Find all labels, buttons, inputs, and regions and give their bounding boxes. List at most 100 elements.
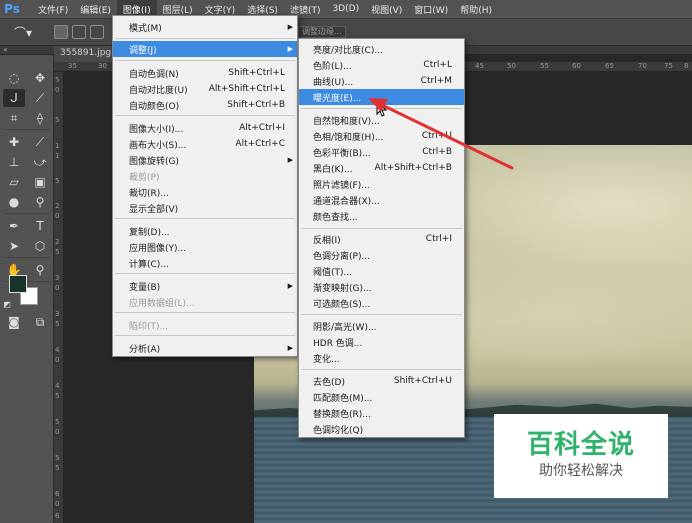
menu-item-black-white[interactable]: 黑白(K)... Alt+Shift+Ctrl+B — [299, 160, 464, 176]
menu-item-gradient-map[interactable]: 渐变映射(G)... — [299, 279, 464, 295]
menu-item-label: 自然饱和度(V)... — [313, 116, 380, 127]
menu-item-label: 色相/饱和度(H)... — [313, 132, 384, 143]
ruler-label: 5 — [55, 320, 60, 328]
menu-separator — [115, 335, 295, 336]
menu-item-variations[interactable]: 变化... — [299, 350, 464, 366]
path-select-tool-icon[interactable]: ➤ — [3, 237, 25, 255]
menu-item-threshold[interactable]: 阈值(T)... — [299, 263, 464, 279]
blur-tool-icon[interactable]: ● — [3, 193, 25, 211]
menu-3d[interactable]: 3D(D) — [326, 0, 365, 19]
menu-item-brightness-contrast[interactable]: 亮度/对比度(C)... — [299, 41, 464, 57]
menu-item-label: 颜色查找... — [313, 212, 358, 223]
healing-brush-tool-icon[interactable]: ✚ — [3, 133, 25, 151]
menu-item-label: 照片滤镜(F)... — [313, 180, 370, 191]
menu-item-levels[interactable]: 色阶(L)... Ctrl+L — [299, 57, 464, 73]
clone-stamp-tool-icon[interactable]: ⊥ — [3, 153, 25, 171]
menu-item-label: 阈值(T)... — [313, 267, 353, 278]
eraser-tool-icon[interactable]: ▱ — [3, 173, 25, 191]
pen-tool-icon[interactable]: ✒ — [3, 217, 25, 235]
ruler-label: 4 — [55, 382, 60, 390]
menu-item-label: 裁剪(P) — [129, 172, 160, 183]
menu-item-hue-saturation[interactable]: 色相/饱和度(H)... Ctrl+U — [299, 128, 464, 144]
menu-item-variables[interactable]: 变量(B) ▶ — [113, 278, 297, 294]
menu-item-photo-filter[interactable]: 照片滤镜(F)... — [299, 176, 464, 192]
menu-item-label: 色彩平衡(B)... — [313, 148, 371, 159]
brush-tool-icon[interactable]: ⟋ — [29, 133, 51, 151]
menu-item-analysis[interactable]: 分析(A) ▶ — [113, 340, 297, 356]
ruler-label: 0 — [55, 284, 60, 292]
crop-tool-icon[interactable]: ⌗ — [3, 109, 25, 127]
menu-item-mode[interactable]: 模式(M) ▶ — [113, 19, 297, 35]
add-selection-icon[interactable] — [72, 25, 86, 39]
menu-item-label: 曝光度(E)... — [313, 93, 362, 104]
dodge-tool-icon[interactable]: ⚲ — [29, 193, 51, 211]
new-selection-icon[interactable] — [54, 25, 68, 39]
menu-item-auto-tone[interactable]: 自动色调(N) Shift+Ctrl+L — [113, 65, 297, 81]
menu-separator — [115, 60, 295, 61]
menu-help[interactable]: 帮助(H) — [454, 0, 498, 19]
refine-edge-button[interactable]: 调整边缘... — [298, 26, 346, 38]
menu-item-image-rotation[interactable]: 图像旋转(G) ▶ — [113, 152, 297, 168]
menu-item-replace-color[interactable]: 替换颜色(R)... — [299, 405, 464, 421]
menu-item-apply-image[interactable]: 应用图像(Y)... — [113, 239, 297, 255]
menu-item-calculations[interactable]: 计算(C)... — [113, 255, 297, 271]
menu-item-equalize[interactable]: 色调均化(Q) — [299, 421, 464, 437]
type-tool-icon[interactable]: T — [29, 217, 51, 235]
menu-edit[interactable]: 编辑(E) — [74, 0, 117, 19]
quick-select-tool-icon[interactable]: ⟋ — [29, 89, 51, 107]
foreground-color-swatch[interactable] — [9, 275, 27, 293]
menu-item-label: 应用数据组(L)... — [129, 298, 195, 309]
menu-item-posterize[interactable]: 色调分离(P)... — [299, 247, 464, 263]
ruler-label: 3 — [55, 310, 60, 318]
shape-tool-icon[interactable]: ⬡ — [29, 237, 51, 255]
menu-item-apply-data-set: 应用数据组(L)... — [113, 294, 297, 310]
menu-item-match-color[interactable]: 匹配颜色(M)... — [299, 389, 464, 405]
menu-item-selective-color[interactable]: 可选颜色(S)... — [299, 295, 464, 311]
menu-window[interactable]: 窗口(W) — [408, 0, 454, 19]
menu-item-reveal-all[interactable]: 显示全部(V) — [113, 200, 297, 216]
menu-item-image-size[interactable]: 图像大小(I)... Alt+Ctrl+I — [113, 120, 297, 136]
menu-item-label: 应用图像(Y)... — [129, 243, 187, 254]
menu-item-hdr-toning[interactable]: HDR 色调... — [299, 334, 464, 350]
ruler-label: 2 — [55, 202, 60, 210]
eyedropper-tool-icon[interactable]: ⟠ — [29, 109, 51, 127]
menu-item-invert[interactable]: 反相(I) Ctrl+I — [299, 231, 464, 247]
menu-item-adjustments[interactable]: 调整(J) ▶ — [113, 41, 297, 57]
ruler-label: 55 — [540, 62, 549, 70]
lasso-preset-icon[interactable]: ⌒▾ — [14, 24, 34, 40]
menu-view[interactable]: 视图(V) — [365, 0, 408, 19]
menu-bar: Ps 文件(F) 编辑(E) 图像(I) 图层(L) 文字(Y) 选择(S) 滤… — [0, 0, 692, 19]
screen-mode-icon[interactable]: ⧉ — [29, 313, 51, 331]
menu-item-channel-mixer[interactable]: 通道混合器(X)... — [299, 192, 464, 208]
lasso-tool-icon[interactable]: ᒍ — [3, 89, 25, 107]
menu-separator — [115, 218, 295, 219]
menu-item-color-lookup[interactable]: 颜色查找... — [299, 208, 464, 224]
menu-item-label: 阴影/高光(W)... — [313, 322, 377, 333]
ruler-label: 70 — [638, 62, 647, 70]
collapse-arrows-icon[interactable]: « — [3, 45, 8, 54]
default-colors-icon[interactable]: ◩ — [2, 295, 12, 313]
menu-item-crop: 裁剪(P) — [113, 168, 297, 184]
menu-item-auto-contrast[interactable]: 自动对比度(U) Alt+Shift+Ctrl+L — [113, 81, 297, 97]
ruler-label: 0 — [55, 86, 60, 94]
history-brush-tool-icon[interactable]: ⤻ — [29, 153, 51, 171]
subtract-selection-icon[interactable] — [90, 25, 104, 39]
menu-item-label: 亮度/对比度(C)... — [313, 45, 383, 56]
menu-item-canvas-size[interactable]: 画布大小(S)... Alt+Ctrl+C — [113, 136, 297, 152]
menu-item-color-balance[interactable]: 色彩平衡(B)... Ctrl+B — [299, 144, 464, 160]
quick-mask-icon[interactable]: ◙ — [3, 313, 25, 331]
menu-item-duplicate[interactable]: 复制(D)... — [113, 223, 297, 239]
menu-file[interactable]: 文件(F) — [32, 0, 74, 19]
menu-item-shadows-highlights[interactable]: 阴影/高光(W)... — [299, 318, 464, 334]
menu-item-desaturate[interactable]: 去色(D) Shift+Ctrl+U — [299, 373, 464, 389]
move-tool-icon[interactable]: ✥ — [29, 69, 51, 87]
menu-item-trim[interactable]: 裁切(R)... — [113, 184, 297, 200]
ruler-label: 5 — [55, 454, 60, 462]
mouse-cursor-icon — [376, 101, 388, 117]
menu-item-curves[interactable]: 曲线(U)... Ctrl+M — [299, 73, 464, 89]
zoom-tool-icon[interactable]: ⚲ — [29, 261, 51, 279]
gradient-tool-icon[interactable]: ▣ — [29, 173, 51, 191]
menu-item-label: 色调分离(P)... — [313, 251, 371, 262]
marquee-tool-icon[interactable]: ◌ — [3, 69, 25, 87]
menu-item-auto-color[interactable]: 自动颜色(O) Shift+Ctrl+B — [113, 97, 297, 113]
